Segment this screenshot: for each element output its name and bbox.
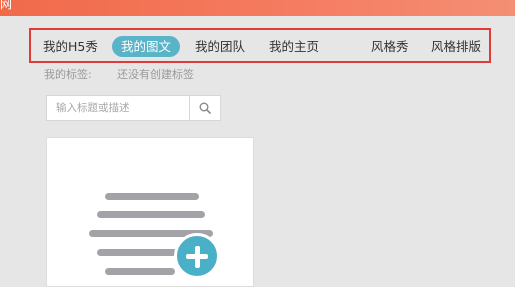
search-input[interactable] [47, 96, 189, 120]
top-bar: 网 [0, 0, 515, 16]
tab-my-homepage[interactable]: 我的主页 [269, 36, 319, 57]
document-line [105, 268, 175, 275]
top-bar-text: 网 [0, 0, 13, 11]
document-line [97, 249, 182, 256]
document-line [105, 193, 199, 200]
tab-style-show[interactable]: 风格秀 [371, 36, 409, 57]
tab-my-team[interactable]: 我的团队 [195, 36, 245, 57]
tab-navigation: 我的H5秀 我的图文 我的团队 我的主页 风格秀 风格排版 [29, 28, 491, 63]
search-icon [199, 102, 211, 114]
document-line [97, 211, 205, 218]
tab-style-layout[interactable]: 风格排版 [431, 36, 481, 57]
add-button[interactable] [174, 233, 220, 279]
search-box [46, 95, 221, 121]
tab-my-graphics[interactable]: 我的图文 [112, 36, 181, 57]
search-button[interactable] [189, 96, 221, 120]
tab-my-h5[interactable]: 我的H5秀 [43, 36, 98, 57]
tags-label: 我的标签: [44, 68, 92, 81]
create-new-card[interactable] [46, 137, 254, 287]
tags-empty-text: 还没有创建标签 [117, 68, 194, 81]
